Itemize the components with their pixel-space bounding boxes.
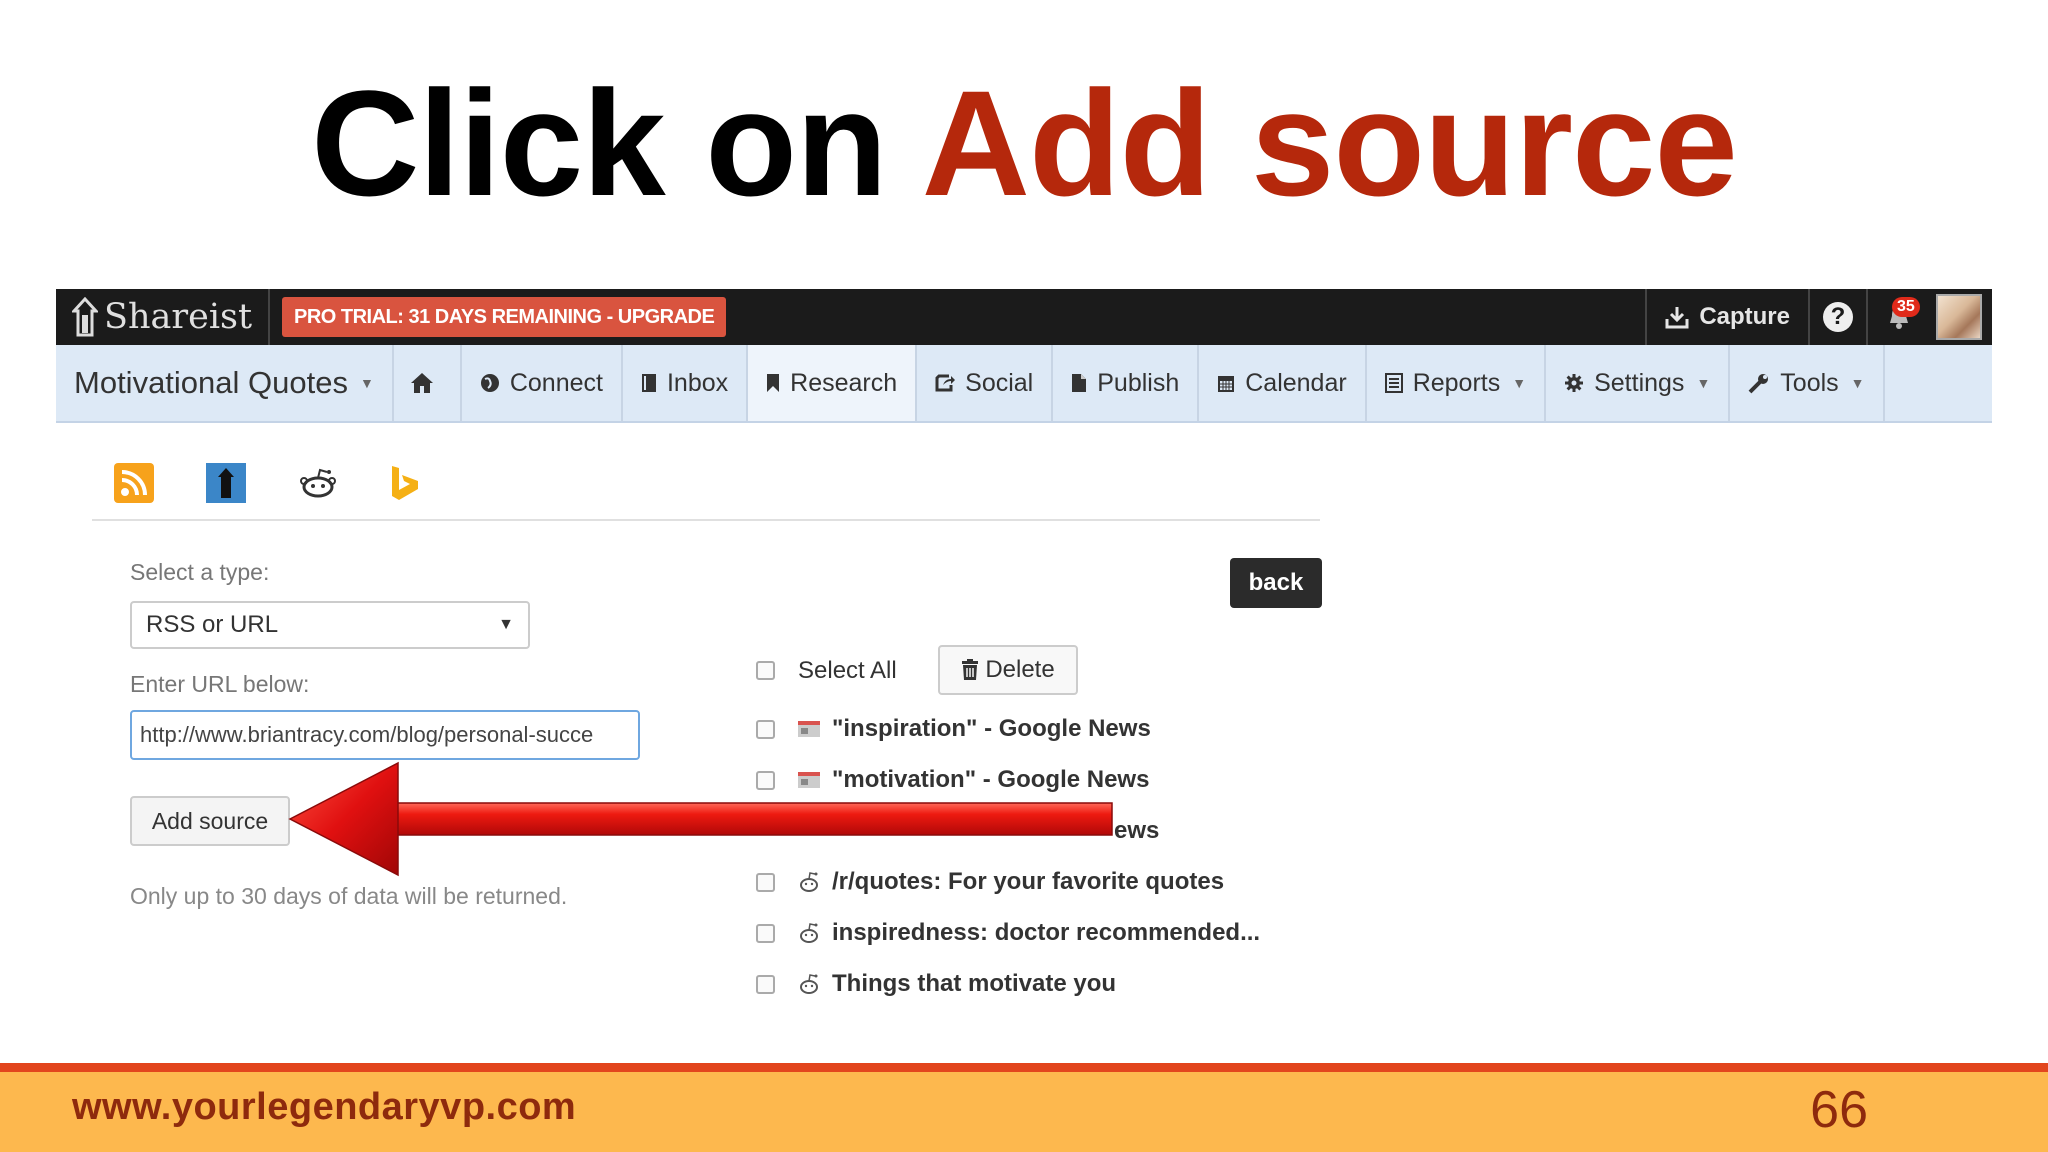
red-arrow-annotation (288, 761, 1113, 877)
divider (92, 519, 1320, 521)
shareist-logo-icon (72, 297, 98, 337)
source-checkbox[interactable] (756, 720, 775, 739)
source-checkbox[interactable] (756, 975, 775, 994)
trash-icon (962, 659, 979, 680)
nav-label: Reports (1412, 368, 1501, 397)
news-icon (798, 718, 820, 740)
avatar[interactable] (1936, 294, 1982, 340)
data-limit-note: Only up to 30 days of data will be retur… (130, 883, 568, 909)
app-screenshot: Shareist PRO TRIAL: 31 DAYS REMAINING - … (56, 289, 1992, 1069)
project-name: Motivational Quotes (74, 365, 348, 400)
page-number: 66 (1810, 1081, 1868, 1139)
nav-reports[interactable]: Reports ▼ (1367, 345, 1547, 421)
footer-line (0, 1063, 2048, 1072)
nav-label: Publish (1097, 368, 1180, 397)
nav-label: Calendar (1245, 368, 1347, 397)
caret-down-icon: ▼ (359, 375, 374, 391)
list-icon (1384, 373, 1403, 393)
source-label: inspiredness: doctor recommended... (832, 919, 1261, 946)
reddit-icon (798, 973, 820, 995)
capture-label: Capture (1699, 303, 1790, 330)
download-icon (1665, 307, 1689, 329)
nav-research[interactable]: Research (748, 345, 918, 421)
url-label: Enter URL below: (130, 671, 310, 697)
project-dropdown[interactable]: Motivational Quotes ▼ (56, 345, 394, 421)
add-source-button[interactable]: Add source (130, 796, 290, 846)
slide-title: Click on Add source (0, 58, 2048, 228)
rss-icon (114, 463, 154, 503)
bing-tab[interactable] (390, 464, 420, 502)
caret-down-icon: ▼ (1696, 375, 1711, 391)
help-button[interactable]: ? (1808, 289, 1866, 345)
shareist-icon (206, 463, 246, 503)
nav-inbox[interactable]: Inbox (623, 345, 749, 421)
reddit-icon (798, 922, 820, 944)
top-bar: Shareist PRO TRIAL: 31 DAYS REMAINING - … (56, 289, 1992, 345)
back-button[interactable]: back (1230, 558, 1322, 608)
topbar-right: Capture ? 35 (1645, 289, 1992, 345)
nav-label: Tools (1780, 368, 1839, 397)
share-icon (935, 374, 956, 392)
select-all-checkbox[interactable] (756, 661, 775, 680)
footer-url: www.yourlegendaryvp.com (72, 1086, 577, 1128)
nav-label: Research (790, 368, 898, 397)
title-prefix: Click on (311, 59, 922, 227)
inbox-icon (641, 374, 656, 392)
source-type-tabs (114, 463, 472, 503)
nav-label: Settings (1594, 368, 1685, 397)
calendar-icon (1218, 376, 1235, 392)
notifications-button[interactable]: 35 (1866, 289, 1930, 345)
nav-settings[interactable]: Settings ▼ (1546, 345, 1731, 421)
nav-publish[interactable]: Publish (1053, 345, 1200, 421)
nav-label: Inbox (666, 368, 729, 397)
nav-label: Connect (509, 368, 603, 397)
globe-icon (480, 374, 499, 392)
source-item[interactable]: "inspiration" - Google News (798, 715, 1151, 743)
source-item[interactable]: inspiredness: doctor recommended... (798, 919, 1260, 947)
source-label: Things that motivate you (832, 970, 1117, 997)
title-accent: Add source (921, 59, 1738, 227)
reddit-tab[interactable] (298, 466, 338, 500)
source-item[interactable]: Things that motivate you (798, 970, 1116, 998)
home-button[interactable] (394, 345, 462, 421)
bing-icon (392, 466, 418, 500)
caret-down-icon: ▼ (1512, 375, 1527, 391)
notifications-badge: 35 (1892, 297, 1920, 317)
wrench-icon (1748, 374, 1769, 394)
caret-down-icon: ▼ (1850, 375, 1865, 391)
dropdown-arrow-icon: ▼ (498, 616, 514, 633)
source-checkbox[interactable] (756, 924, 775, 943)
nav-social[interactable]: Social (917, 345, 1054, 421)
reddit-icon (300, 468, 336, 498)
home-icon (410, 373, 433, 393)
rss-tab[interactable] (114, 463, 154, 503)
help-icon: ? (1823, 302, 1853, 332)
type-select[interactable]: RSS or URL ▼ (130, 601, 530, 649)
nav-label: Social (965, 368, 1034, 397)
pro-trial-badge[interactable]: PRO TRIAL: 31 DAYS REMAINING - UPGRADE (282, 297, 727, 337)
capture-button[interactable]: Capture (1645, 289, 1808, 345)
url-input[interactable] (130, 710, 640, 760)
bookmark-icon (767, 374, 780, 392)
type-label: Select a type: (130, 559, 270, 585)
select-all-label[interactable]: Select All (798, 657, 897, 685)
nav-tools[interactable]: Tools ▼ (1730, 345, 1885, 421)
brand-name: Shareist (104, 297, 253, 337)
source-label: "inspiration" - Google News (832, 715, 1151, 742)
delete-button[interactable]: Delete (938, 645, 1078, 695)
nav-calendar[interactable]: Calendar (1199, 345, 1367, 421)
brand[interactable]: Shareist (72, 289, 252, 345)
brand-divider (268, 289, 270, 345)
shareist-tab[interactable] (206, 463, 246, 503)
footer: www.yourlegendaryvp.com 66 (0, 1072, 2048, 1152)
gear-icon (1565, 374, 1584, 392)
file-icon (1072, 374, 1087, 392)
main-nav: Motivational Quotes ▼ Connect Inbox Resea… (56, 345, 1992, 423)
nav-connect[interactable]: Connect (462, 345, 623, 421)
delete-label: Delete (985, 656, 1055, 683)
type-select-value: RSS or URL (146, 611, 279, 638)
